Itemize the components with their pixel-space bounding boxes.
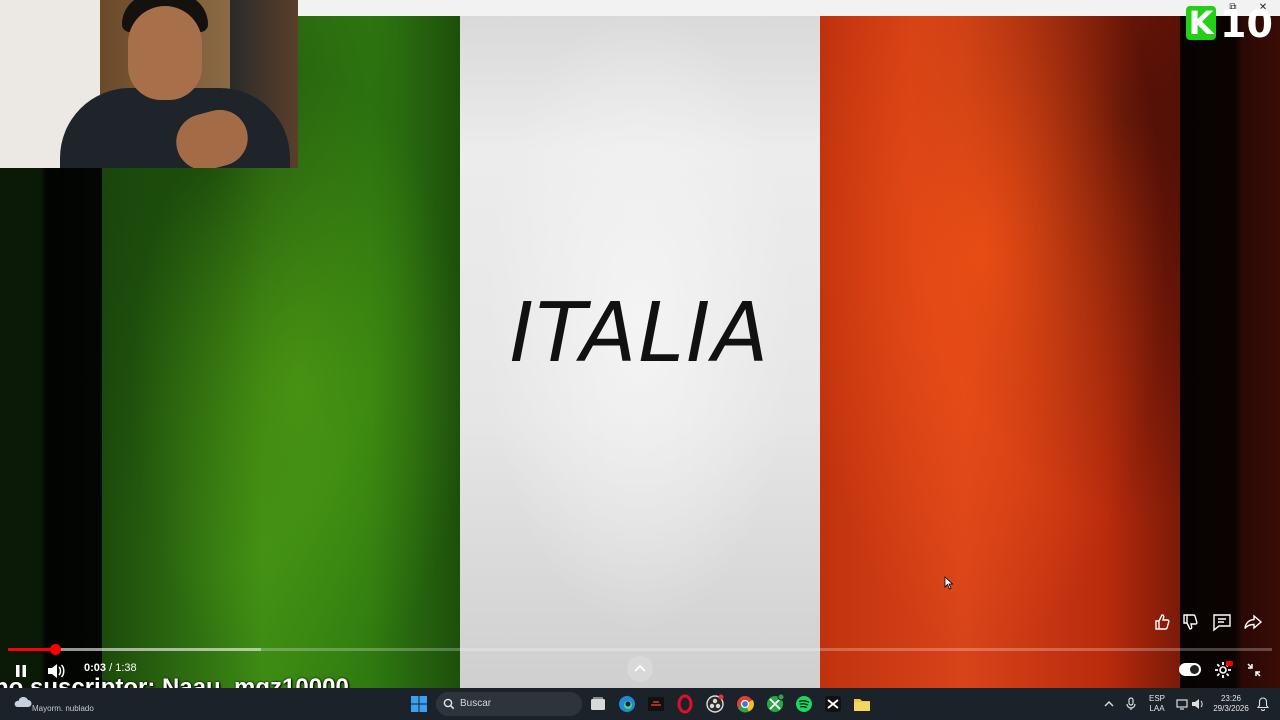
weather-text: Mayorm. nublado — [32, 704, 94, 713]
channel-logo-number: 10 — [1220, 2, 1273, 46]
autoplay-toggle[interactable] — [1179, 663, 1201, 676]
keyboard-layout-code: LAA — [1149, 704, 1165, 713]
language-code: ESP — [1148, 694, 1165, 703]
obs-icon[interactable] — [705, 694, 725, 714]
speaker-icon[interactable] — [1191, 697, 1205, 711]
streamer-head — [128, 6, 202, 100]
like-icon[interactable] — [1152, 612, 1174, 632]
file-explorer-icon[interactable] — [852, 694, 872, 714]
time-display: 0:03 / 1:38 — [84, 662, 137, 674]
video-letterbox-right — [1180, 16, 1280, 688]
language-indicator[interactable]: ESP LAA — [1146, 694, 1168, 714]
windows-taskbar: Mayorm. nublado Buscar ESP LAA 23:26 29/… — [0, 688, 1280, 720]
share-icon[interactable] — [1242, 612, 1264, 632]
flag-title: ITALIA — [509, 286, 771, 381]
time-separator: / — [106, 662, 116, 674]
task-view-icon[interactable] — [588, 694, 608, 714]
search-icon — [443, 698, 455, 710]
channel-logo-letter: K — [1186, 6, 1216, 40]
tray-chevron-up-icon[interactable] — [1104, 699, 1114, 709]
capcut-icon[interactable] — [823, 694, 843, 714]
webcam-overlay — [0, 0, 298, 168]
autoplay-toggle-knob — [1190, 665, 1199, 674]
current-time: 0:03 — [84, 662, 107, 674]
xbox-icon[interactable] — [765, 694, 785, 714]
expand-up-button[interactable] — [627, 656, 653, 682]
windows-start-icon[interactable] — [409, 694, 429, 714]
edge-browser-icon[interactable] — [617, 694, 637, 714]
chevron-up-icon — [634, 664, 646, 672]
dislike-icon[interactable] — [1180, 612, 1202, 632]
clock[interactable]: 23:26 29/3/2026 — [1206, 694, 1256, 714]
mouse-cursor-icon — [944, 576, 954, 590]
network-icon[interactable] — [1175, 697, 1189, 711]
opera-gx-icon[interactable] — [675, 694, 695, 714]
settings-gear-icon[interactable] — [1213, 660, 1233, 680]
chrome-icon[interactable] — [735, 694, 755, 714]
exit-fullscreen-icon[interactable] — [1246, 662, 1262, 678]
clock-date: 29/3/2026 — [1213, 704, 1249, 713]
clock-time: 23:26 — [1220, 694, 1242, 703]
flag-red-stripe — [820, 16, 1180, 688]
app-dark-icon[interactable] — [646, 694, 666, 714]
progress-bar[interactable] — [8, 644, 1272, 655]
progress-scrubber-handle[interactable] — [49, 644, 61, 655]
spotify-icon[interactable] — [794, 694, 814, 714]
search-placeholder: Buscar — [460, 698, 492, 709]
streamer-body — [60, 88, 290, 168]
notification-bell-icon[interactable] — [1257, 697, 1269, 711]
microphone-icon[interactable] — [1125, 697, 1137, 711]
duration: 1:38 — [115, 662, 137, 674]
channel-logo: K 10 — [1184, 2, 1280, 46]
taskbar-search[interactable]: Buscar — [436, 692, 582, 716]
comments-icon[interactable] — [1211, 612, 1233, 632]
cloud-icon — [14, 696, 32, 707]
progress-played — [8, 648, 55, 651]
